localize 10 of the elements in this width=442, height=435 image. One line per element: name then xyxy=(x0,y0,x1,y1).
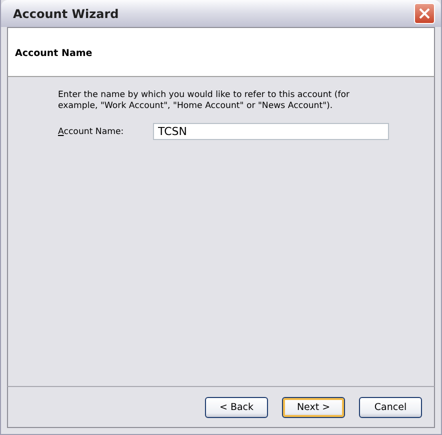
instructions-text: Enter the name by which you would like to refer to this account (for example, "Work Account", "Home Account" or "News Account"). xyxy=(58,90,351,112)
window-title: Account Wizard xyxy=(13,6,119,20)
wizard-button[interactable]: < Back xyxy=(205,396,268,418)
page-title: Account Name xyxy=(15,48,92,59)
field-label: Account Name: xyxy=(58,126,125,136)
wizard-button[interactable]: Next > xyxy=(282,396,345,418)
account-name-field[interactable]: TCSN xyxy=(153,123,389,140)
close-button[interactable] xyxy=(414,3,435,24)
wizard-button[interactable]: Cancel xyxy=(359,396,422,418)
close-icon xyxy=(419,8,430,19)
